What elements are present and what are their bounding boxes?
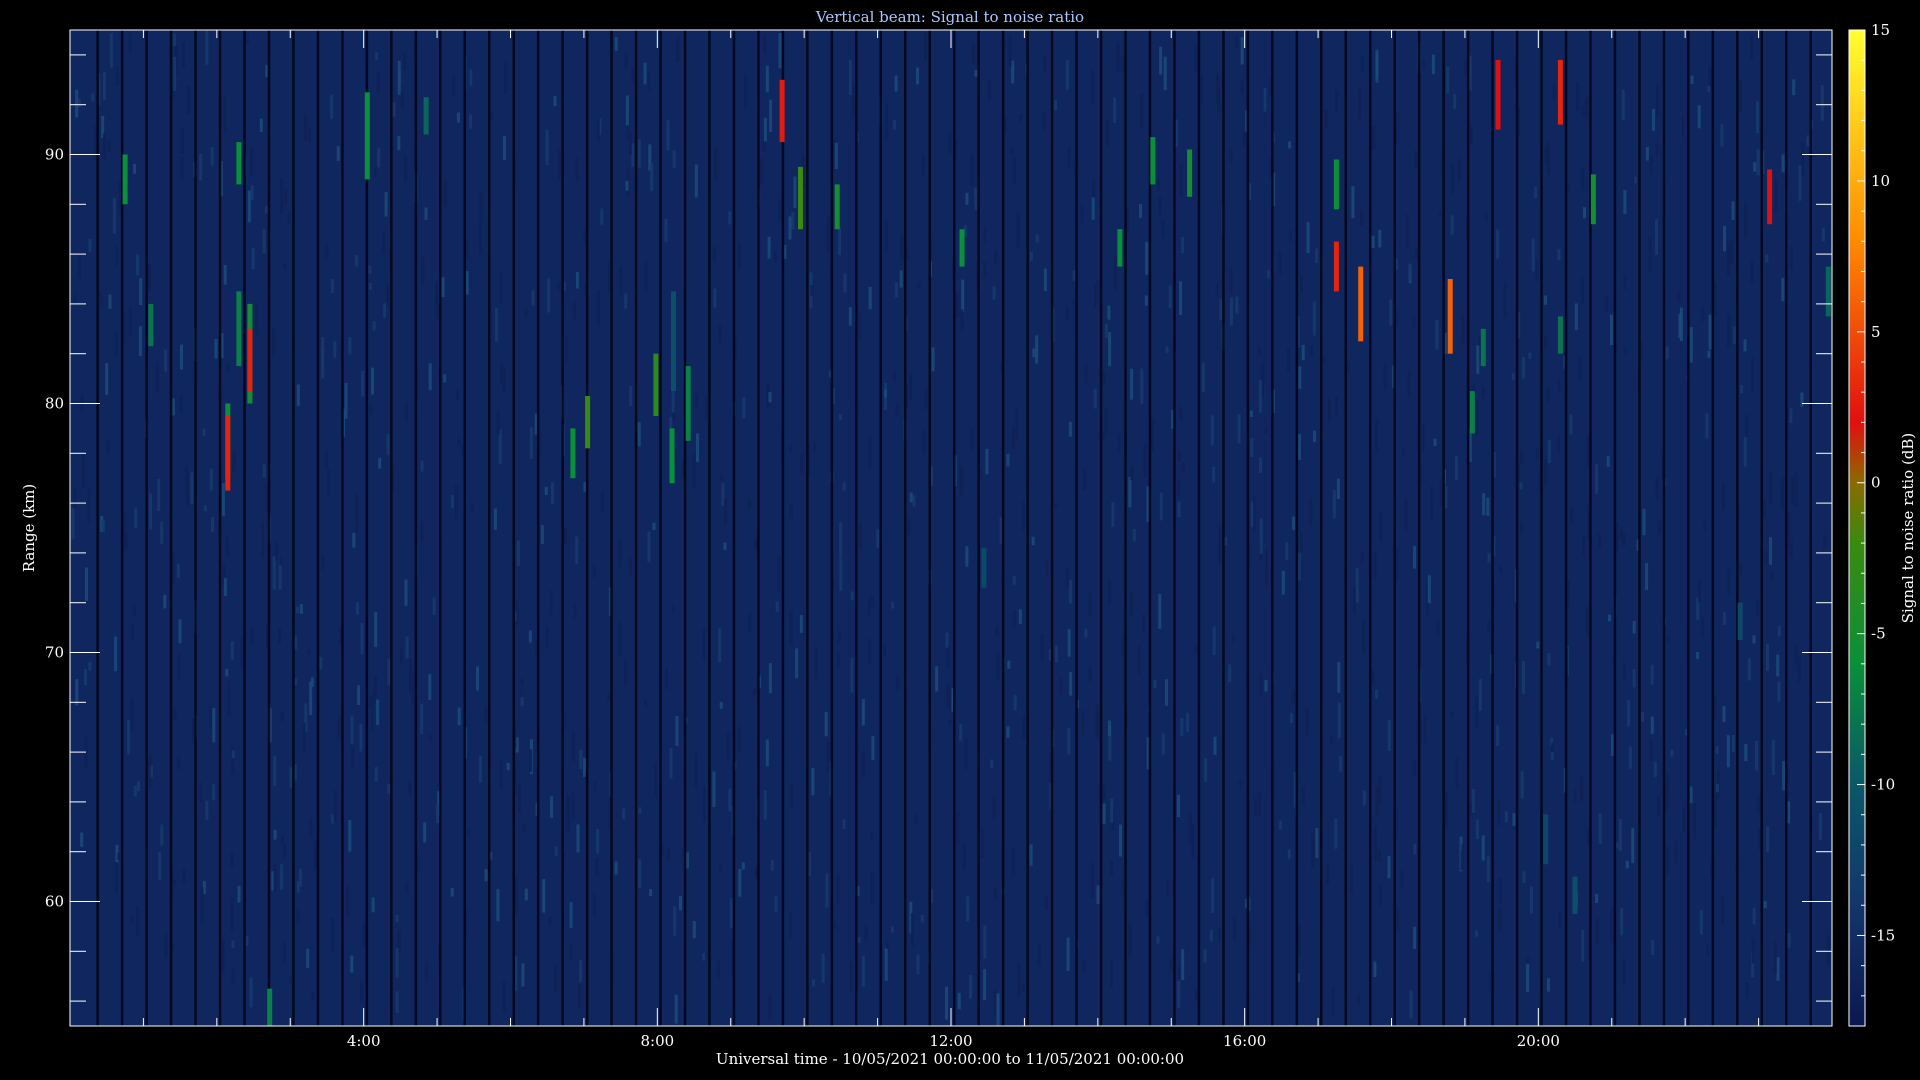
echo-32 (1557, 316, 1563, 354)
colorbar-tick-label-6: -15 (1871, 926, 1895, 944)
echo-4 (236, 142, 242, 185)
plot-area (70, 30, 1832, 1026)
echo-13 (653, 353, 659, 416)
echo-0 (122, 154, 128, 205)
echo-11 (570, 428, 576, 479)
echo-29 (1480, 328, 1486, 367)
echo-16 (685, 366, 691, 441)
echo-36 (981, 547, 987, 588)
y-tick-label-1: 70 (45, 644, 64, 662)
echo-12 (585, 396, 591, 449)
colorbar-tick-label-4: -5 (1871, 625, 1886, 643)
chart-title: Vertical beam: Signal to noise ratio (815, 8, 1084, 26)
echo-10 (423, 97, 429, 135)
x-axis-label: Universal time - 10/05/2021 00:00:00 to … (716, 1050, 1184, 1068)
x-tick-label-3: 16:00 (1223, 1032, 1266, 1050)
y-tick-label-3: 90 (45, 146, 64, 164)
echo-38 (1572, 876, 1578, 914)
echo-5 (236, 291, 242, 367)
echo-18 (798, 166, 803, 230)
echo-28 (1469, 391, 1475, 434)
colorbar-tick-label-0: 15 (1871, 21, 1890, 39)
echo-34 (1767, 169, 1773, 225)
echo-7 (247, 328, 253, 392)
echo-27 (1447, 279, 1453, 354)
colorbar-tick-label-3: 0 (1871, 474, 1881, 492)
echo-17 (779, 79, 785, 143)
echo-25 (1333, 241, 1339, 292)
x-tick-label-0: 4:00 (347, 1032, 381, 1050)
echo-3 (225, 415, 231, 491)
echo-21 (1117, 229, 1123, 267)
y-axis-label: Range (km) (20, 484, 38, 573)
colorbar-gradient (1849, 30, 1865, 1026)
echo-30 (1495, 59, 1501, 130)
echo-35 (1825, 266, 1831, 317)
x-tick-label-2: 12:00 (929, 1032, 972, 1050)
echo-15 (671, 291, 676, 391)
echo-8 (267, 988, 273, 1026)
y-tick-label-2: 80 (45, 395, 64, 413)
echo-26 (1358, 266, 1364, 342)
colorbar-tick-label-5: -10 (1871, 776, 1895, 794)
y-tick-label-0: 60 (45, 893, 64, 911)
plot-background (70, 30, 1832, 1026)
echo-22 (1150, 137, 1156, 185)
colorbar-label: Signal to noise ratio (dB) (1899, 433, 1917, 624)
x-tick-label-1: 8:00 (640, 1032, 674, 1050)
echo-1 (148, 303, 154, 347)
echo-24 (1333, 159, 1339, 210)
x-tick-label-4: 20:00 (1517, 1032, 1560, 1050)
echo-9 (364, 92, 370, 180)
colorbar-tick-label-2: 5 (1871, 323, 1881, 341)
echo-33 (1590, 174, 1596, 225)
colorbar-tick-label-1: 10 (1871, 172, 1890, 190)
echo-37 (1543, 814, 1549, 865)
echo-23 (1187, 149, 1193, 197)
echo-19 (834, 184, 840, 230)
echo-39 (1737, 602, 1743, 640)
snr-range-time-chart: Vertical beam: Signal to noise ratio 4:0… (0, 0, 1920, 1080)
echo-20 (959, 229, 965, 267)
echo-14 (669, 428, 675, 484)
echo-31 (1557, 59, 1563, 125)
